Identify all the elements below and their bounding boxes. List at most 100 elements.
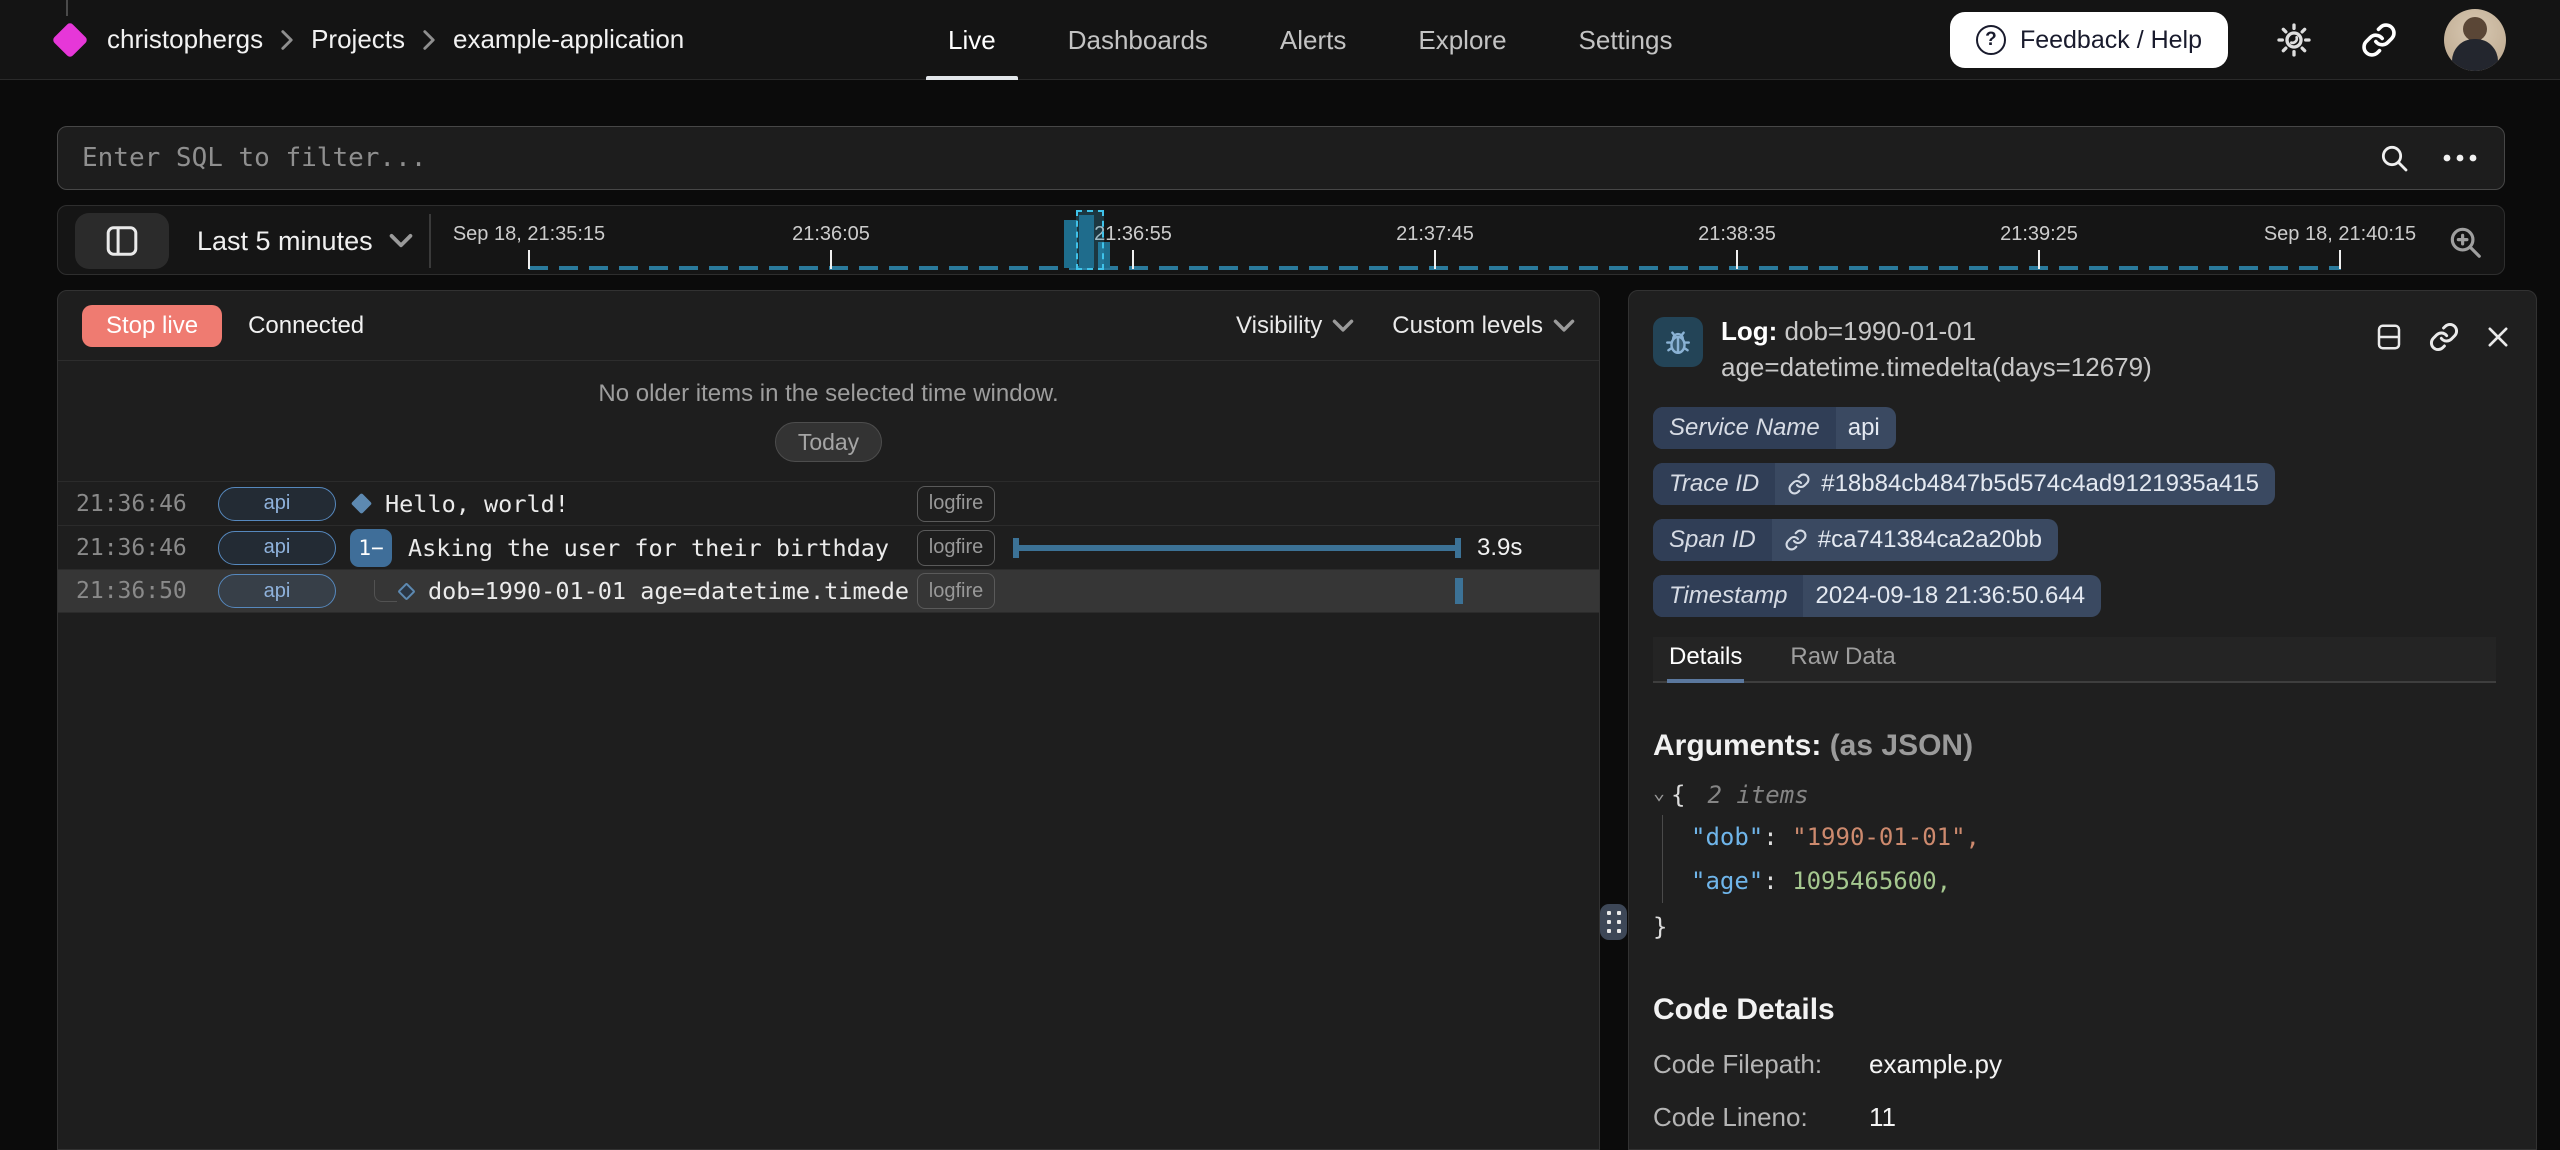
timeline-tick xyxy=(2038,250,2040,269)
timestamp-pill[interactable]: Timestamp 2024-09-18 21:36:50.644 xyxy=(1653,575,2101,617)
tree-connector xyxy=(374,580,397,602)
collapse-children-chip[interactable]: 1− xyxy=(350,529,392,567)
duration-zone xyxy=(995,569,1581,613)
duration-zone: 3.9s xyxy=(995,526,1581,570)
tab-details[interactable]: Details xyxy=(1667,635,1744,681)
tab-raw-data[interactable]: Raw Data xyxy=(1788,635,1897,681)
arguments-heading: Arguments: (as JSON) xyxy=(1653,729,2512,763)
link-icon xyxy=(1784,528,1808,552)
span-id-pill[interactable]: Span ID #ca741384ca2a20bb xyxy=(1653,519,2058,561)
breadcrumb-org[interactable]: christophergs xyxy=(107,24,263,55)
search-icon[interactable] xyxy=(2378,142,2410,174)
top-header: christophergs Projects example-applicati… xyxy=(0,0,2560,80)
timeline-tick xyxy=(2339,250,2341,269)
scope-badge[interactable]: logfire xyxy=(917,486,995,522)
share-link-icon[interactable] xyxy=(2360,21,2398,59)
scope-badge[interactable]: logfire xyxy=(917,530,995,566)
timeline-tick xyxy=(1434,250,1436,269)
custom-levels-dropdown[interactable]: Custom levels xyxy=(1392,312,1575,340)
log-diamond-icon xyxy=(351,493,372,514)
timeline-tick xyxy=(1132,250,1134,269)
duration-zone xyxy=(995,482,1581,526)
close-icon[interactable] xyxy=(2484,323,2512,351)
chevron-down-icon xyxy=(389,233,413,249)
user-avatar[interactable] xyxy=(2444,9,2506,71)
breadcrumb-project[interactable]: example-application xyxy=(453,24,684,55)
timeline-bar: Sep 18, 21:35:15 21:36:05 21:36:55 21:37… xyxy=(57,205,2505,275)
timeline-tick-label: Sep 18, 21:35:15 xyxy=(453,223,605,246)
timeline-tick xyxy=(528,250,530,269)
today-button[interactable]: Today xyxy=(775,422,882,462)
log-row-selected[interactable]: 21:36:50 api dob=1990-01-01 age=datetime… xyxy=(58,569,1599,613)
json-entry: "age": 1095465600, xyxy=(1691,859,2512,903)
service-badge[interactable]: api xyxy=(218,574,336,608)
panel-resize-handle[interactable] xyxy=(1600,904,1627,940)
log-diamond-outline-icon xyxy=(397,582,415,600)
log-time: 21:36:46 xyxy=(76,535,200,561)
timeline-track[interactable]: Sep 18, 21:35:15 21:36:05 21:36:55 21:37… xyxy=(58,206,2506,276)
tab-settings[interactable]: Settings xyxy=(1543,0,1709,80)
panel-layout-icon[interactable] xyxy=(2374,322,2404,352)
log-row[interactable]: 21:36:46 api Hello, world! logfire xyxy=(58,481,1599,525)
span-details-panel: Log: dob=1990-01-01 age=datetime.timedel… xyxy=(1628,290,2537,1150)
live-view-header: Stop live Connected Visibility Custom le… xyxy=(58,291,1599,361)
stop-live-button[interactable]: Stop live xyxy=(82,305,222,347)
code-filepath-row: Code Filepath: example.py xyxy=(1653,1049,2512,1080)
json-items-note: 2 items xyxy=(1708,781,1809,809)
tab-alerts[interactable]: Alerts xyxy=(1244,0,1382,80)
json-viewer: ⌄ { 2 items "dob": "1990-01-01", "age": … xyxy=(1653,781,2512,949)
copy-link-icon[interactable] xyxy=(2428,321,2460,353)
service-badge[interactable]: api xyxy=(218,531,336,565)
active-tab-underline xyxy=(926,76,1018,80)
debug-bug-icon xyxy=(1653,317,1703,367)
visibility-dropdown[interactable]: Visibility xyxy=(1236,312,1354,340)
timeline-tick xyxy=(1736,250,1738,269)
main-nav-tabs: Live Dashboards Alerts Explore Settings xyxy=(912,0,1708,80)
log-time: 21:36:46 xyxy=(76,491,200,517)
duration-label: 3.9s xyxy=(1477,534,1522,562)
tab-dashboards[interactable]: Dashboards xyxy=(1032,0,1244,80)
log-time: 21:36:50 xyxy=(76,578,200,604)
more-options-icon[interactable] xyxy=(2440,151,2480,165)
zoom-in-icon[interactable] xyxy=(2446,223,2484,264)
empty-state: No older items in the selected time wind… xyxy=(58,361,1599,481)
json-collapse-icon[interactable]: ⌄ xyxy=(1653,780,1665,804)
details-title: Log: dob=1990-01-01 age=datetime.timedel… xyxy=(1721,313,2152,385)
timeline-tick-label: 21:38:35 xyxy=(1698,223,1776,246)
code-lineno-row: Code Lineno: 11 xyxy=(1653,1102,2512,1133)
log-message: Hello, world! xyxy=(385,490,917,518)
timeline-controls: Last 5 minutes xyxy=(58,206,413,276)
empty-state-message: No older items in the selected time wind… xyxy=(598,380,1058,408)
tab-live[interactable]: Live xyxy=(912,0,1032,80)
scope-badge[interactable]: logfire xyxy=(917,573,995,609)
connection-status: Connected xyxy=(248,312,364,340)
attribute-pills: Service Name api Trace ID #18b84cb4847b5… xyxy=(1653,407,2512,617)
timeline-tick-label: 21:36:05 xyxy=(792,223,870,246)
code-details-heading: Code Details xyxy=(1653,993,2512,1027)
timeline-tick-label: 21:39:25 xyxy=(2000,223,2078,246)
time-range-dropdown[interactable]: Last 5 minutes xyxy=(197,226,413,257)
feedback-help-button[interactable]: Feedback / Help xyxy=(1950,12,2228,68)
theme-toggle-icon[interactable] xyxy=(2274,20,2314,60)
logfire-logo-icon[interactable] xyxy=(52,21,89,58)
chevron-right-icon xyxy=(421,28,437,52)
log-message: Asking the user for their birthday xyxy=(408,534,917,562)
sidebar-toggle-icon[interactable] xyxy=(75,213,169,269)
log-row[interactable]: 21:36:46 api 1− Asking the user for thei… xyxy=(58,525,1599,569)
timeline-tick-label: 21:37:45 xyxy=(1396,223,1474,246)
trace-id-pill[interactable]: Trace ID #18b84cb4847b5d574c4ad9121935a4… xyxy=(1653,463,2275,505)
timeline-selection-brush[interactable] xyxy=(1076,210,1104,270)
divider xyxy=(429,214,431,268)
tab-explore[interactable]: Explore xyxy=(1382,0,1542,80)
breadcrumb: christophergs Projects example-applicati… xyxy=(107,24,684,55)
service-name-pill[interactable]: Service Name api xyxy=(1653,407,1896,449)
service-badge[interactable]: api xyxy=(218,487,336,521)
live-view-panel: Stop live Connected Visibility Custom le… xyxy=(57,290,1600,1150)
sql-filter-input[interactable] xyxy=(82,143,2378,173)
span-duration-bar xyxy=(1013,545,1461,551)
breadcrumb-projects[interactable]: Projects xyxy=(311,24,405,55)
header-actions: Feedback / Help xyxy=(1950,0,2506,80)
sql-filter-bar xyxy=(57,126,2505,190)
chevron-down-icon xyxy=(1332,319,1354,333)
timeline-tick-label: Sep 18, 21:40:15 xyxy=(2264,223,2416,246)
